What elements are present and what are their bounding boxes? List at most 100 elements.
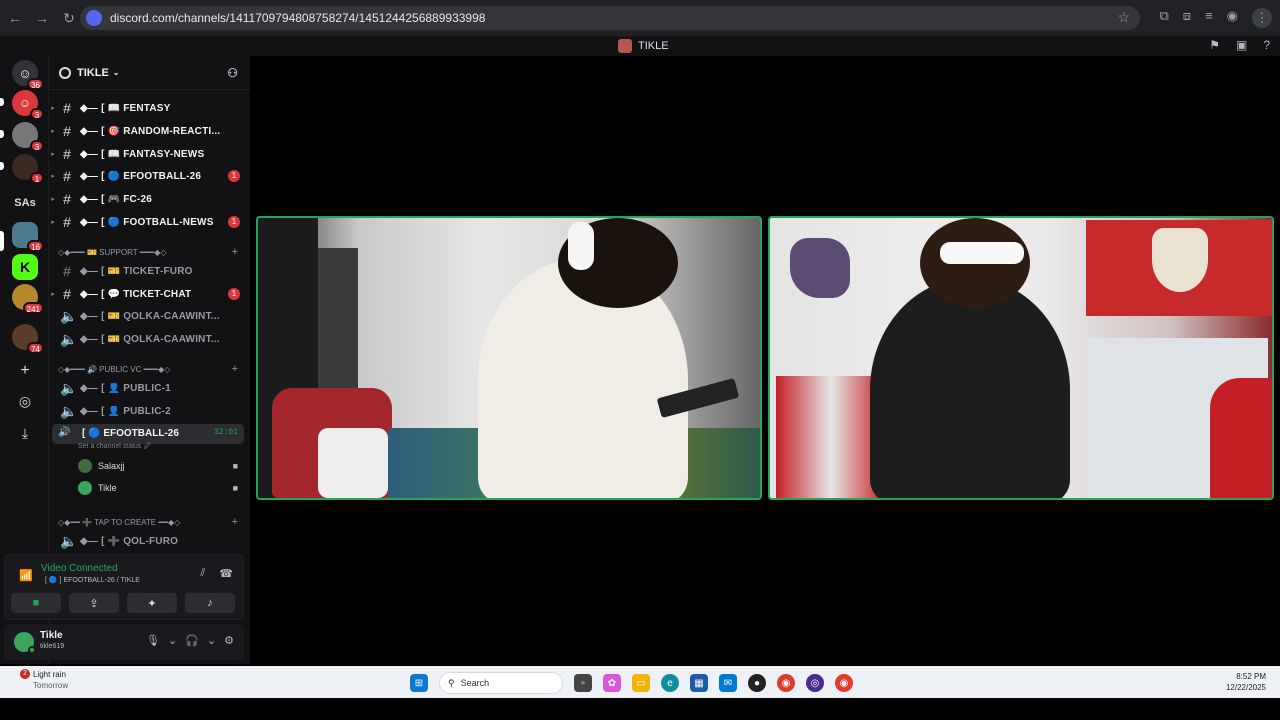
soundboard-icon: ♪ [207, 597, 213, 609]
activities-button[interactable]: ✦ [127, 593, 177, 613]
site-info-icon[interactable] [86, 10, 102, 26]
chrome-menu-icon[interactable]: ⋮ [1252, 8, 1272, 28]
cast-icon[interactable]: ⧉ [1159, 8, 1168, 28]
chrome-profile-icon[interactable]: ◉ [835, 674, 853, 692]
add-channel-icon[interactable]: + [232, 246, 238, 258]
discover-compass-icon[interactable]: ◎ [12, 388, 38, 414]
task-view-icon[interactable]: ▫ [574, 674, 592, 692]
channel-fentasy[interactable]: ▸ # ◆— [ 📖 FENTASY [48, 98, 250, 118]
avatar [78, 481, 92, 495]
download-icon[interactable]: ⤓ [12, 420, 38, 446]
add-channel-icon[interactable]: + [232, 516, 238, 528]
voice-member[interactable]: Salaxjj ■ [78, 457, 240, 475]
voice-channel-public-1[interactable]: 🔈 ◆— [ 👤 PUBLIC-1 [48, 378, 250, 398]
camera-toggle-button[interactable]: ■ [11, 593, 61, 613]
channel-status-prompt[interactable]: Set a channel status 🖉 [78, 442, 151, 453]
home-discord-icon[interactable]: ☺ 36 [12, 60, 44, 90]
forward-arrow-icon[interactable]: → [30, 6, 54, 30]
media-app-icon[interactable]: ◎ [806, 674, 824, 692]
screen-share-button[interactable]: ⇪ [69, 593, 119, 613]
mention-badge: 16 [27, 240, 44, 252]
browser-toolbar: ← → ↻ discord.com/channels/1411709794808… [0, 0, 1280, 36]
voice-status[interactable]: Video Connected [41, 563, 118, 574]
speaker-icon: 🔈 [60, 402, 78, 419]
store-icon[interactable]: ▦ [690, 674, 708, 692]
voice-member[interactable]: Tikle ■ [78, 479, 240, 497]
system-clock[interactable]: 8:52 PM 12/22/2025 [1226, 671, 1266, 693]
video-tile-participant-2[interactable] [768, 216, 1274, 500]
copilot-icon[interactable]: ✿ [603, 674, 621, 692]
settings-gear-icon[interactable]: ⚙ [224, 634, 234, 647]
server-folder-icon-2[interactable]: 74 [12, 324, 44, 354]
add-channel-icon[interactable]: + [232, 363, 238, 375]
game-app-icon[interactable]: ● [748, 674, 766, 692]
edge-browser-icon[interactable]: e [661, 674, 679, 692]
profile-icon[interactable]: ◉ [1227, 8, 1238, 28]
noise-suppression-icon[interactable]: ⫽ [200, 567, 205, 580]
server-icon-dark[interactable]: 1 [12, 154, 44, 184]
soundboard-button[interactable]: ♪ [185, 593, 235, 613]
hash-icon: # [63, 214, 71, 230]
category-public-vc[interactable]: ◇◆━━━ 🔊 PUBLIC VC ━━━◆◇ + [58, 361, 238, 377]
windows-start-icon[interactable]: ⊞ [410, 674, 428, 692]
server-folder-icon[interactable]: 241 [12, 284, 44, 314]
back-arrow-icon[interactable]: ← [3, 6, 27, 30]
mention-badge: 3 [30, 140, 44, 152]
outlook-icon[interactable]: ✉ [719, 674, 737, 692]
reload-icon[interactable]: ↻ [57, 6, 81, 30]
channel-fc-26[interactable]: ▸ # ◆— [ 🎮 FC-26 [48, 189, 250, 209]
taskbar-search[interactable]: ⚲ Search [439, 672, 563, 694]
channel-ticket-chat[interactable]: ▸ # ◆— [ 💬 TICKET-CHAT 1 [48, 284, 250, 304]
voice-channel-qol-furo[interactable]: 🔈 ◆— [ ➕ QOL-FURO [48, 531, 250, 551]
channel-fantasy-news[interactable]: ▸ # ◆— [ 📖 FANTASY-NEWS [48, 144, 250, 164]
chevron-down-icon[interactable]: ⌄ [168, 634, 177, 647]
user-tag: tikle619 [40, 643, 65, 650]
headphones-icon[interactable]: 🎧 [185, 634, 199, 647]
media-icon[interactable]: ≡ [1205, 8, 1213, 28]
avatar[interactable] [14, 632, 36, 654]
disconnect-icon[interactable]: ☎ [219, 567, 233, 580]
category-tap-to-create[interactable]: ◇◆━━ ➕ TAP TO CREATE ━━◆◇ + [58, 514, 238, 530]
server-name: TIKLE [77, 66, 109, 79]
hash-icon: # [63, 100, 71, 116]
camera-icon: ■ [232, 461, 238, 471]
help-icon[interactable]: ? [1263, 38, 1270, 52]
channel-ticket-furo[interactable]: # ◆— [ 🎫 TICKET-FURO [48, 261, 250, 281]
hash-icon: # [63, 263, 71, 279]
category-support[interactable]: ◇◆━━━ 🎫 SUPPORT ━━━◆◇ + [58, 244, 238, 260]
invite-people-icon[interactable]: ⚇ [227, 66, 238, 80]
extensions-icon[interactable]: ⧈ [1183, 8, 1191, 28]
voice-channel-path[interactable]: [ 🔵 ] EFOOTBALL-26 / TIKLE [45, 576, 140, 584]
weather-widget[interactable]: 2 Light rain Tomorrow [16, 669, 68, 690]
file-explorer-icon[interactable]: ▭ [632, 674, 650, 692]
bookmark-star-icon[interactable]: ☆ [1117, 9, 1130, 26]
channel-efootball-26[interactable]: ▸ # ◆— [ 🔵 EFOOTBALL-26 1 [48, 166, 250, 186]
microphone-icon[interactable]: 🎙 [146, 634, 160, 647]
server-icon-selected[interactable]: 16 [12, 222, 44, 252]
server-icon-sas[interactable]: SAs [12, 190, 38, 216]
mention-badge: 36 [27, 78, 44, 90]
username[interactable]: Tikle [40, 630, 63, 641]
channel-random-reactions[interactable]: ▸ # ◆— [ 🎯 RANDOM-REACTI... [48, 121, 250, 141]
voice-channel-public-2[interactable]: 🔈 ◆— [ 👤 PUBLIC-2 [48, 401, 250, 421]
channel-football-news[interactable]: ▸ # ◆— [ 🔵 FOOTBALL-NEWS 1 [48, 212, 250, 232]
address-bar[interactable]: discord.com/channels/1411709794808758274… [80, 6, 1140, 30]
channel-qolka-caawinta-2[interactable]: 🔈 ◆— [ 🎫 QOLKA-CAAWINT... [48, 329, 250, 349]
mention-count-badge: 1 [228, 288, 240, 300]
kick-server-icon[interactable]: K [12, 254, 38, 280]
video-tile-participant-1[interactable] [256, 216, 762, 500]
server-icon-avatar[interactable]: 3 [12, 122, 44, 152]
chrome-icon[interactable]: ◉ [777, 674, 795, 692]
server-header[interactable]: TIKLE ⌄ ⚇ [49, 56, 250, 90]
chevron-down-icon[interactable]: ⌄ [207, 634, 216, 647]
channel-qolka-caawinta-1[interactable]: 🔈 ◆— [ 🎫 QOLKA-CAAWINT... [48, 306, 250, 326]
voice-channel-efootball-26-active[interactable]: 🔊 [ 🔵 EFOOTBALL-26 32:01 [52, 424, 244, 444]
mention-badge: 74 [27, 342, 44, 354]
add-server-icon[interactable]: + [12, 358, 38, 384]
inbox-icon[interactable]: ▣ [1236, 38, 1247, 52]
flag-icon[interactable]: ⚑ [1209, 38, 1220, 52]
server-icon-discord-red[interactable]: ☺ 3 [12, 90, 44, 120]
mention-badge: 3 [30, 108, 44, 120]
mention-count-badge: 1 [228, 170, 240, 182]
signal-icon[interactable]: 📶 [19, 569, 33, 582]
